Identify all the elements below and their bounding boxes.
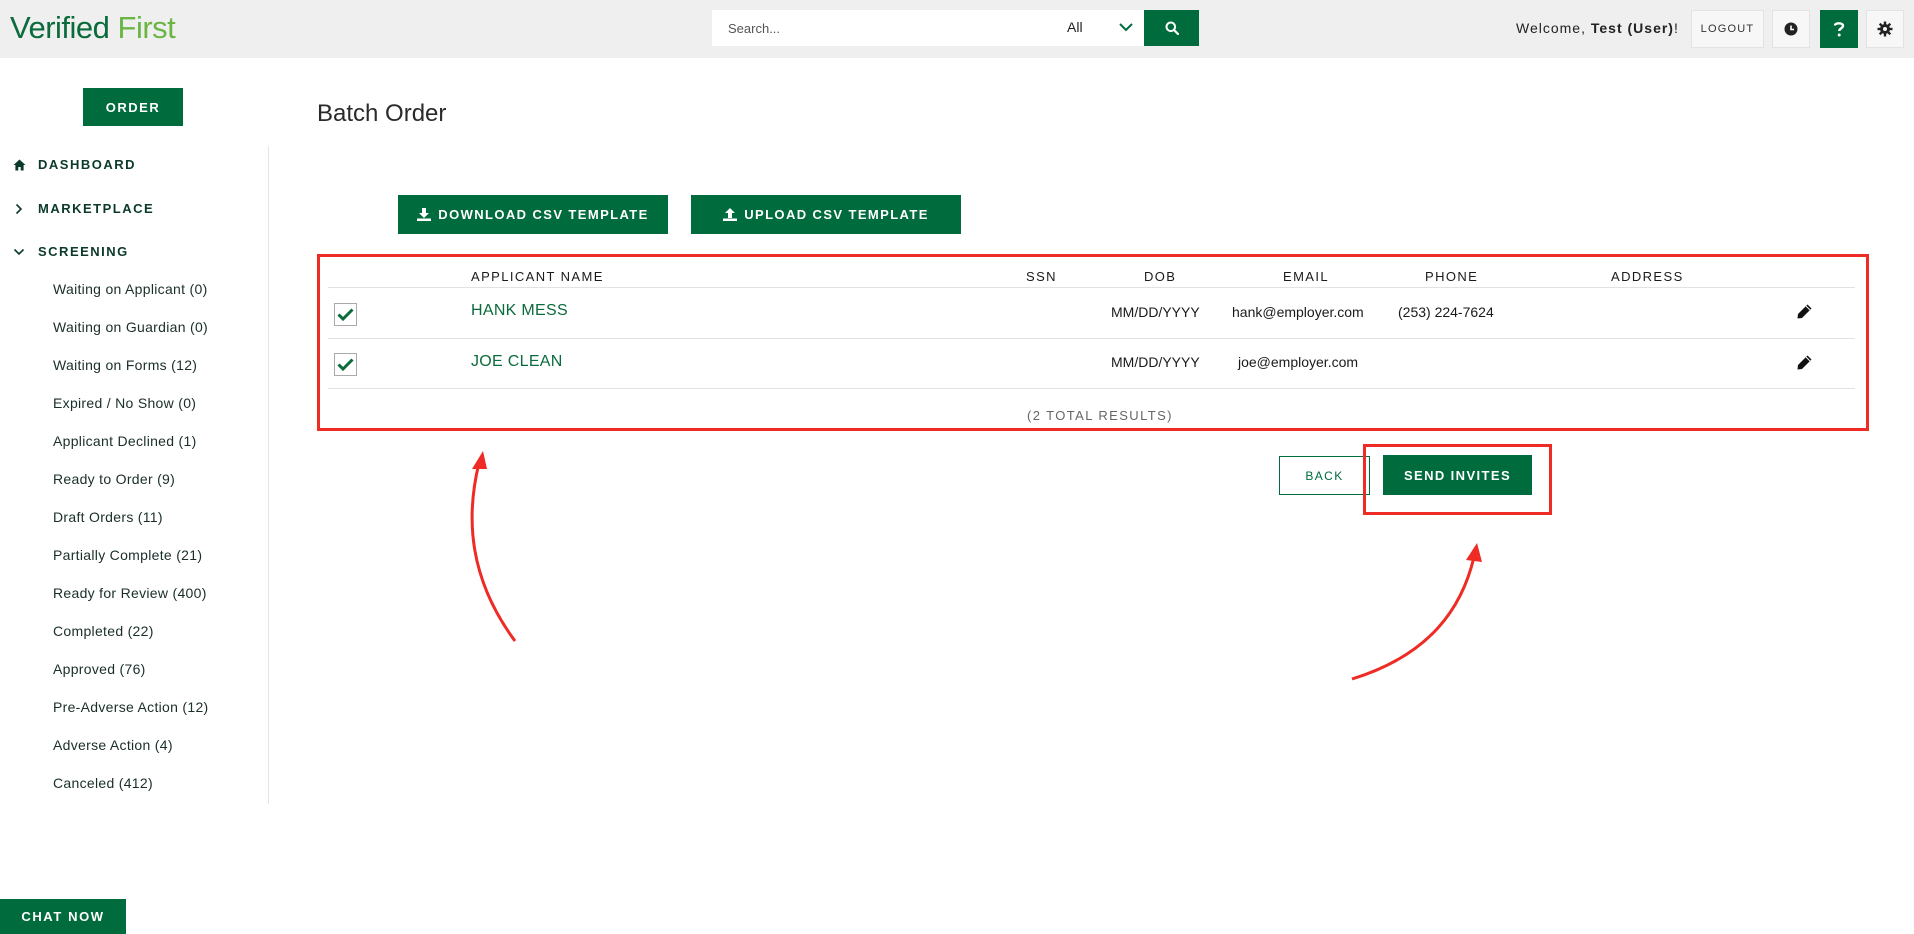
pencil-icon[interactable] [1795,302,1813,320]
sidebar-subitem-waiting-on-guardian[interactable]: Waiting on Guardian (0) [53,319,208,335]
logo-verified: Verified [10,10,110,45]
upload-csv-button[interactable]: UPLOAD CSV TEMPLATE [691,195,961,234]
sidebar-subitem-ready-for-review[interactable]: Ready for Review (400) [53,585,207,601]
sidebar-subitem-completed[interactable]: Completed (22) [53,623,154,639]
column-header-applicant-name: APPLICANT NAME [471,269,604,284]
sidebar-subitem-waiting-on-applicant[interactable]: Waiting on Applicant (0) [53,281,208,297]
upload-csv-label: UPLOAD CSV TEMPLATE [744,207,929,222]
column-header-phone: PHONE [1425,269,1479,284]
sidebar-subitem-ready-to-order[interactable]: Ready to Order (9) [53,471,175,487]
order-button[interactable]: ORDER [83,88,183,126]
column-header-email: EMAIL [1283,269,1330,284]
row-checkbox[interactable] [334,353,357,376]
search-icon [1165,21,1179,35]
column-header-ssn: SSN [1026,269,1057,284]
email-cell: joe@employer.com [1238,354,1359,370]
search-scope-value: All [1067,19,1083,35]
back-button[interactable]: BACK [1279,456,1370,495]
sidebar-item-label: MARKETPLACE [38,201,155,216]
total-results: (2 TOTAL RESULTS) [1027,408,1173,423]
clock-icon [1784,22,1798,36]
download-csv-label: DOWNLOAD CSV TEMPLATE [438,207,649,222]
sidebar-subitem-partially-complete[interactable]: Partially Complete (21) [53,547,202,563]
help-button[interactable] [1820,10,1858,48]
settings-button[interactable] [1866,10,1904,48]
phone-cell: (253) 224-7624 [1398,304,1494,320]
sidebar-subitem-adverse-action[interactable]: Adverse Action (4) [53,737,173,753]
sidebar-subitem-approved[interactable]: Approved (76) [53,661,146,677]
email-cell: hank@employer.com [1232,304,1364,320]
page-title: Batch Order [317,100,447,127]
search-scope-select[interactable]: All [1055,10,1145,46]
applicant-name-link[interactable]: JOE CLEAN [471,353,563,371]
welcome-prefix: Welcome, [1516,20,1586,36]
history-button[interactable] [1772,10,1810,48]
logo-first: First [117,10,176,45]
search-button[interactable] [1144,10,1199,46]
dob-cell: MM/DD/YYYY [1111,354,1200,370]
row-divider [328,388,1855,389]
sidebar-subitem-applicant-declined[interactable]: Applicant Declined (1) [53,433,197,449]
download-icon [417,208,432,221]
logo[interactable]: Verified First [10,10,176,46]
sidebar-subitem-expired-no-show[interactable]: Expired / No Show (0) [53,395,196,411]
checkmark-icon [337,358,354,371]
pencil-icon[interactable] [1795,353,1813,371]
chat-now-button[interactable]: CHAT NOW [0,899,126,934]
search-input[interactable] [712,10,1012,46]
welcome-user: Test (User) [1590,20,1674,36]
gear-icon [1877,21,1893,37]
chevron-right-icon [12,202,26,216]
column-header-dob: DOB [1144,269,1177,284]
sidebar-subitem-pre-adverse-action[interactable]: Pre-Adverse Action (12) [53,699,209,715]
sidebar-subitem-canceled[interactable]: Canceled (412) [53,775,153,791]
top-bar: Verified First All Welcome, Test (User)!… [0,0,1914,58]
arrow-to-table [470,451,517,642]
header-divider [328,287,1855,288]
welcome-suffix: ! [1673,20,1679,36]
welcome-text: Welcome, Test (User)! [1516,20,1679,36]
checkmark-icon [337,308,354,321]
sidebar-item-marketplace[interactable]: MARKETPLACE [12,201,154,216]
applicant-name-link[interactable]: HANK MESS [471,302,568,320]
row-divider [328,338,1855,339]
sidebar-subitem-waiting-on-forms[interactable]: Waiting on Forms (12) [53,357,197,373]
download-csv-button[interactable]: DOWNLOAD CSV TEMPLATE [398,195,668,234]
search-bar: All [712,10,1199,46]
upload-icon [723,208,738,221]
send-invites-button[interactable]: SEND INVITES [1383,455,1532,495]
column-header-address: ADDRESS [1611,269,1684,284]
dob-cell: MM/DD/YYYY [1111,304,1200,320]
sidebar-item-screening[interactable]: SCREENING [12,244,129,259]
sidebar-item-label: DASHBOARD [38,157,136,172]
question-icon [1833,22,1845,37]
logout-button[interactable]: LOGOUT [1691,10,1764,48]
chevron-down-icon [1119,23,1133,32]
home-icon [12,158,26,172]
chevron-down-icon [12,245,26,259]
sidebar-item-dashboard[interactable]: DASHBOARD [12,157,136,172]
sidebar-divider [268,146,269,804]
arrow-to-send [1351,543,1482,681]
sidebar-item-label: SCREENING [38,244,129,259]
sidebar-subitem-draft-orders[interactable]: Draft Orders (11) [53,509,163,525]
annotation-arrows [470,451,1482,681]
row-checkbox[interactable] [334,303,357,326]
